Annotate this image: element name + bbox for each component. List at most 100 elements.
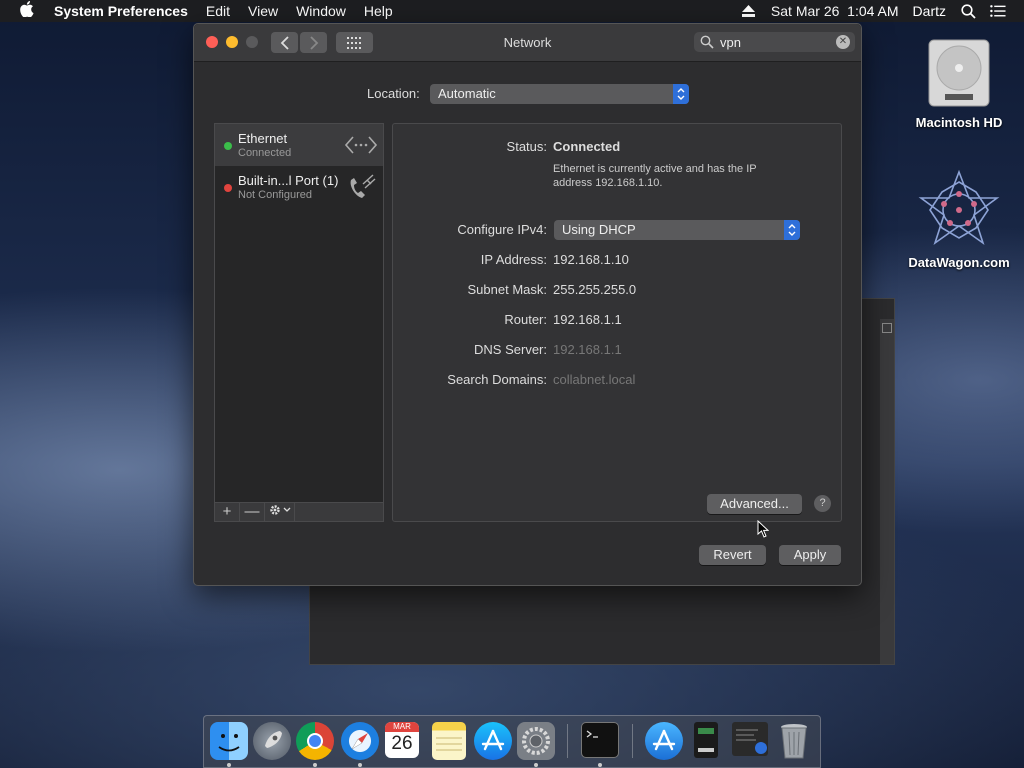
calendar-dock-icon[interactable]: MAR 26: [385, 722, 419, 758]
dock: MAR 26: [203, 715, 821, 768]
minimize-window-button[interactable]: [226, 36, 238, 48]
menu-edit[interactable]: Edit: [206, 3, 230, 19]
gear-icon: [269, 505, 290, 515]
trash-dock-icon[interactable]: [778, 722, 810, 760]
search-icon: [700, 35, 714, 49]
app-store-a-icon: [481, 729, 505, 751]
terminal-prompt-icon: [586, 730, 598, 738]
service-list-toolbar: + —: [214, 502, 384, 522]
mouse-cursor-icon: [757, 520, 769, 538]
configure-ipv4-select[interactable]: Using DHCP: [554, 220, 800, 240]
apply-button[interactable]: Apply: [779, 545, 841, 565]
menu-app-name[interactable]: System Preferences: [54, 3, 188, 19]
search-domains-label: Search Domains:: [447, 372, 547, 387]
safari-dock-icon[interactable]: [341, 722, 379, 760]
chrome-center-icon: [307, 733, 323, 749]
advanced-button[interactable]: Advanced...: [707, 494, 802, 514]
location-row: Location: Automatic: [194, 84, 861, 104]
finder-face-icon: [218, 734, 240, 752]
configure-ipv4-label: Configure IPv4:: [457, 222, 547, 237]
forward-button[interactable]: [300, 32, 327, 53]
rocket-icon: [265, 731, 282, 748]
remove-service-button[interactable]: —: [240, 503, 265, 521]
desktop-icon-label: Macintosh HD: [915, 115, 1003, 130]
clear-search-icon[interactable]: ✕: [836, 35, 850, 49]
chevron-right-icon: [309, 35, 318, 50]
service-name: Built-in...l Port (1): [238, 173, 339, 188]
router-value: 192.168.1.1: [553, 312, 622, 327]
desktop-icon-datawagon[interactable]: DataWagon.com: [905, 168, 1013, 270]
running-indicator: [227, 763, 231, 767]
dns-server-label: DNS Server:: [474, 342, 547, 357]
launchpad-dock-icon[interactable]: [253, 722, 291, 760]
app-store-dock-icon[interactable]: [474, 722, 512, 760]
status-dot-not-configured: [224, 184, 232, 192]
zoom-window-button[interactable]: [246, 36, 258, 48]
calendar-day: 26: [391, 733, 413, 754]
background-window-scrollbar[interactable]: [880, 319, 894, 664]
back-button[interactable]: [271, 32, 298, 53]
notes-lines-icon: [436, 737, 462, 751]
network-preferences-window: Network ✕ Location: Automatic Ethernet C…: [193, 23, 862, 586]
ethernet-arrows-icon: [345, 136, 377, 154]
menu-help[interactable]: Help: [364, 3, 393, 19]
running-indicator: [534, 763, 538, 767]
downloads-stack-dock-icon[interactable]: [732, 722, 768, 756]
spotlight-icon[interactable]: [960, 3, 976, 19]
location-label: Location:: [367, 86, 420, 101]
title-bar[interactable]: Network ✕: [194, 24, 861, 62]
menu-window[interactable]: Window: [296, 3, 346, 19]
service-ethernet[interactable]: Ethernet Connected: [215, 124, 383, 166]
calendar-month: MAR: [385, 722, 419, 732]
document-icon: [698, 728, 714, 752]
stack-icon: [736, 729, 767, 754]
running-indicator: [598, 763, 602, 767]
status-value: Connected: [553, 139, 621, 154]
running-indicator: [313, 763, 317, 767]
ip-address-value: 192.168.1.10: [553, 252, 629, 267]
search-input[interactable]: [720, 34, 820, 50]
applications-folder-dock-icon[interactable]: [645, 722, 683, 760]
menu-user[interactable]: Dartz: [913, 3, 946, 19]
finder-dock-icon[interactable]: [210, 722, 248, 760]
eject-icon[interactable]: [741, 3, 757, 19]
service-status: Connected: [238, 147, 292, 159]
desktop-icon-macintosh-hd[interactable]: Macintosh HD: [905, 32, 1013, 130]
configure-ipv4-value: Using DHCP: [562, 222, 636, 237]
grid-icon: [346, 36, 361, 49]
notes-dock-icon[interactable]: [432, 722, 466, 760]
show-all-button[interactable]: [336, 32, 373, 53]
chevron-left-icon: [280, 35, 289, 50]
revert-button[interactable]: Revert: [699, 545, 766, 565]
phone-icon: [350, 174, 376, 198]
list-toggle-icon[interactable]: [882, 323, 892, 333]
subnet-mask-value: 255.255.255.0: [553, 282, 637, 297]
service-list[interactable]: Ethernet Connected Built-in...l Port (1)…: [214, 123, 384, 522]
menu-bar: System Preferences Edit View Window Help…: [0, 0, 1024, 22]
location-value: Automatic: [438, 86, 496, 101]
desktop-icon-label: DataWagon.com: [908, 255, 1010, 270]
location-select[interactable]: Automatic: [430, 84, 689, 104]
search-domains-value: collabnet.local: [553, 372, 636, 387]
ip-address-label: IP Address:: [480, 252, 547, 267]
chrome-dock-icon[interactable]: [296, 722, 334, 760]
menu-clock[interactable]: Sat Mar 26 1:04 AM: [771, 3, 899, 19]
add-service-button[interactable]: +: [215, 503, 240, 521]
service-actions-button[interactable]: [265, 503, 295, 521]
dock-separator: [567, 724, 568, 758]
html-file-dock-icon[interactable]: [694, 722, 718, 758]
help-button[interactable]: ?: [814, 495, 831, 512]
service-builtin-port[interactable]: Built-in...l Port (1) Not Configured: [215, 166, 383, 208]
system-preferences-dock-icon[interactable]: [517, 722, 555, 760]
gear-icon: [522, 727, 550, 755]
subnet-mask-label: Subnet Mask:: [467, 282, 548, 297]
terminal-dock-icon[interactable]: [581, 722, 619, 758]
close-window-button[interactable]: [206, 36, 218, 48]
running-indicator: [358, 763, 362, 767]
updown-arrows-icon: [673, 84, 689, 104]
menu-view[interactable]: View: [248, 3, 278, 19]
notification-center-icon[interactable]: [990, 3, 1006, 19]
search-field[interactable]: ✕: [694, 32, 855, 52]
apple-menu-icon[interactable]: [20, 0, 38, 22]
service-status: Not Configured: [238, 189, 312, 201]
